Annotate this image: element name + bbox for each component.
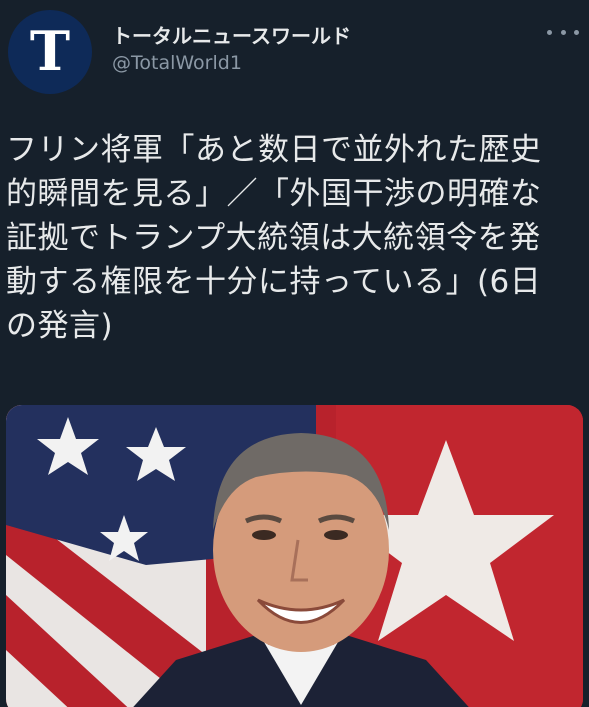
more-dot <box>547 29 552 35</box>
author-display-name[interactable]: トータルニュースワールド <box>112 20 351 49</box>
tweet-text: フリン将軍「あと数日で並外れた歴史 的瞬間を見る」／「外国干渉の明確な 証拠でト… <box>6 132 542 344</box>
more-options-icon[interactable] <box>547 22 579 42</box>
more-dot <box>574 29 579 35</box>
avatar-logo-letter: T <box>29 19 71 83</box>
tweet-card[interactable]: T トータルニュースワールド @TotalWorld1 フリン将軍「あと数日で並… <box>0 0 589 707</box>
tweet-header: T トータルニュースワールド @TotalWorld1 <box>8 10 583 94</box>
author-handle[interactable]: @TotalWorld1 <box>112 52 242 74</box>
more-dot <box>560 29 566 35</box>
tweet-media-image[interactable] <box>6 405 583 707</box>
avatar[interactable]: T <box>8 10 92 94</box>
photo-illustration <box>6 405 583 707</box>
